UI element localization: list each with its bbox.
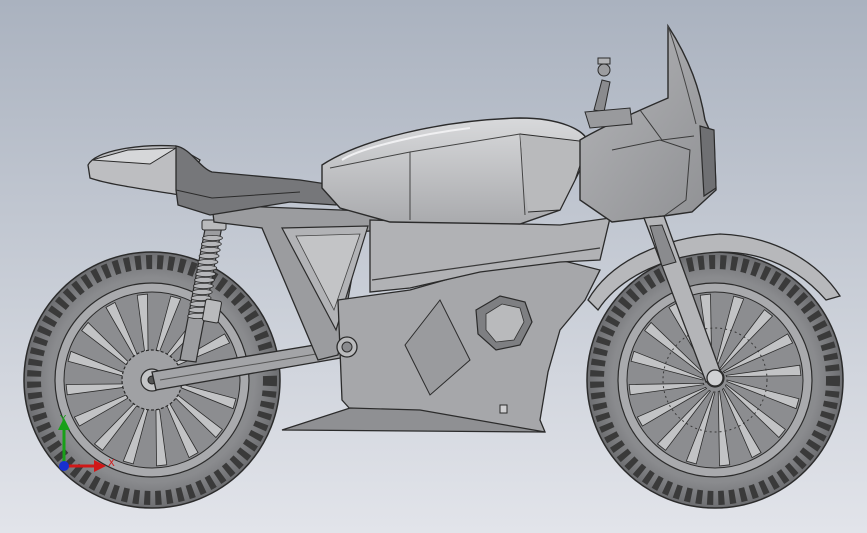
seat-tail[interactable]	[87, 144, 341, 216]
spring-coil	[194, 276, 215, 283]
spring-coil	[202, 234, 223, 241]
spring-coil	[192, 282, 214, 289]
cad-graphics-area[interactable]: Y X	[0, 0, 867, 533]
motorcycle-model[interactable]	[0, 0, 867, 533]
spring-coil	[195, 270, 217, 277]
spring-coil	[200, 240, 222, 247]
y-axis-label: Y	[59, 414, 67, 425]
spring-coil	[197, 258, 219, 265]
seat	[175, 145, 341, 216]
spring-coil	[199, 246, 221, 253]
handlebar-mirror[interactable]	[584, 57, 633, 129]
fuel-tank[interactable]	[321, 117, 589, 225]
x-axis-label: X	[108, 458, 115, 469]
coordinate-triad: Y X	[58, 414, 115, 472]
spring-coil	[196, 264, 218, 271]
x-axis-arrowhead	[94, 460, 106, 472]
spring-coil	[198, 252, 220, 259]
spring-coil	[191, 288, 213, 295]
z-axis-dot	[59, 461, 69, 471]
